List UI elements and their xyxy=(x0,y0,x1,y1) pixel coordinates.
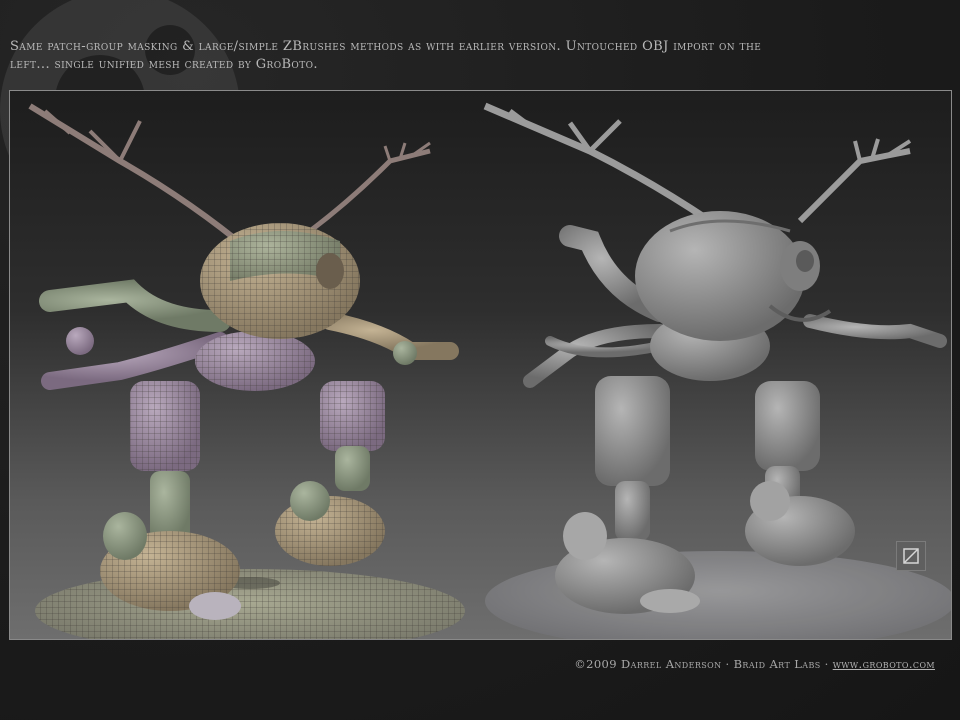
separator-1: · xyxy=(725,657,730,671)
right-sculpted-model xyxy=(483,102,951,639)
separator-2: · xyxy=(824,657,829,671)
copyright-text: ©2009 Darrel Anderson xyxy=(574,657,722,671)
website-link[interactable]: www.groboto.com xyxy=(833,657,935,671)
page: Same patch-group masking & large/simple … xyxy=(0,0,960,720)
render-viewport xyxy=(9,90,952,640)
left-mesh-model xyxy=(28,103,465,639)
render-scene xyxy=(28,102,951,639)
caption: Same patch-group masking & large/simple … xyxy=(10,38,930,74)
caption-line-2: left... single unified mesh created by G… xyxy=(10,57,318,72)
studio-text: Braid Art Labs xyxy=(733,657,821,671)
frame-icon xyxy=(896,541,926,571)
footer-credits: ©2009 Darrel Anderson · Braid Art Labs · www… xyxy=(574,657,935,671)
caption-line-1: Same patch-group masking & large/simple … xyxy=(10,39,762,54)
